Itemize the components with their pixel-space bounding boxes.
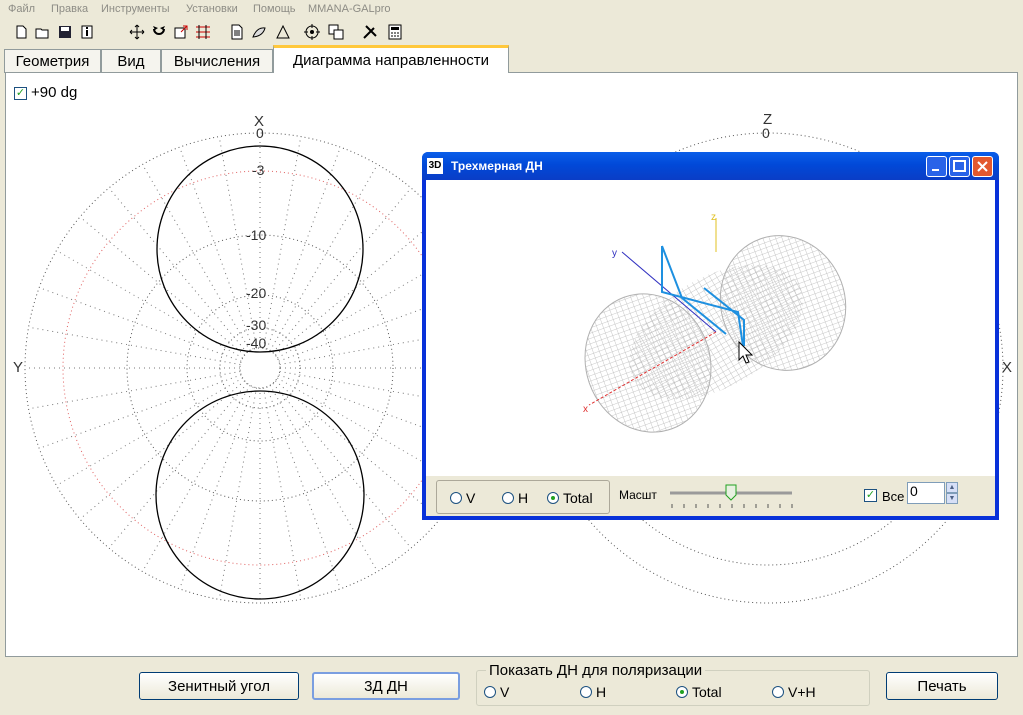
menu-help[interactable]: Помощь xyxy=(253,3,296,15)
window-3d-titlebar[interactable]: 3D Трехмерная ДН xyxy=(422,152,999,180)
rotate-icon[interactable] xyxy=(150,23,168,41)
toolbar xyxy=(0,21,1023,45)
paint-icon[interactable] xyxy=(250,23,268,41)
tab-radiation-pattern[interactable]: Диаграмма направленности xyxy=(273,45,509,73)
polar-spoke xyxy=(269,164,378,351)
scale-label: Масшт xyxy=(619,488,657,502)
ring-label-40: -40 xyxy=(246,335,267,351)
polar-spoke xyxy=(262,387,302,600)
zenith-angle-button[interactable]: Зенитный угол xyxy=(139,672,299,700)
document-icon[interactable] xyxy=(228,23,246,41)
new-file-icon[interactable] xyxy=(12,23,30,41)
move-icon[interactable] xyxy=(128,23,146,41)
pattern-3d-view[interactable]: z y x xyxy=(426,180,995,476)
polar-spoke xyxy=(108,187,248,354)
close-button[interactable] xyxy=(972,156,993,177)
polar-spoke xyxy=(266,147,341,350)
window-3d-body: z y x V H Total Масшт ✓ Все 0 ▲ ▼ xyxy=(426,180,995,516)
save-icon[interactable] xyxy=(56,23,74,41)
close-icon xyxy=(977,161,988,172)
polar-spoke xyxy=(272,382,412,549)
open-folder-icon[interactable] xyxy=(34,23,52,41)
spin-down-button[interactable]: ▼ xyxy=(946,493,958,504)
y-axis-label: y xyxy=(612,248,617,259)
z-axis-label: z xyxy=(711,212,716,223)
tools-icon[interactable] xyxy=(361,23,379,41)
menu-settings[interactable]: Установки xyxy=(186,3,238,15)
radio-3d-v[interactable]: V xyxy=(450,490,475,506)
tab-view[interactable]: Вид xyxy=(101,49,161,73)
menu-edit[interactable]: Правка xyxy=(51,3,88,15)
three-d-pattern-button[interactable]: 3Д ДН xyxy=(312,672,460,700)
export-icon[interactable] xyxy=(172,23,190,41)
polar-spoke xyxy=(262,136,302,349)
radio-h[interactable]: H xyxy=(580,684,606,700)
menu-bar: Файл Правка Инструменты Установки Помощь… xyxy=(0,0,1023,19)
target-icon[interactable] xyxy=(303,23,321,41)
all-value-input[interactable]: 0 xyxy=(907,482,945,504)
ring-label-3: -3 xyxy=(252,162,265,178)
polar-spoke xyxy=(79,380,246,520)
polar-spoke xyxy=(56,377,243,486)
polar-ring xyxy=(126,234,394,502)
radio-v[interactable]: V xyxy=(484,684,509,700)
polar-spoke xyxy=(39,374,242,449)
polar-spoke xyxy=(218,387,258,600)
ring-label-30: -30 xyxy=(246,317,267,333)
all-checkbox[interactable]: ✓ xyxy=(864,489,877,502)
menu-tools[interactable]: Инструменты xyxy=(101,3,170,15)
spin-up-button[interactable]: ▲ xyxy=(946,482,958,493)
mesh-surface xyxy=(584,235,847,433)
window-3d-controls: V H Total Масшт ✓ Все 0 ▲ ▼ xyxy=(426,476,995,516)
print-button[interactable]: Печать xyxy=(886,672,998,700)
polar-spoke xyxy=(142,164,251,351)
scale-slider[interactable] xyxy=(666,480,796,512)
polar-spoke xyxy=(274,380,441,520)
right-ring-label-0: 0 xyxy=(762,125,770,141)
triangle-icon[interactable] xyxy=(274,23,292,41)
left-axis-left-label: Y xyxy=(13,359,24,376)
tab-strip: Геометрия Вид Вычисления Диаграмма напра… xyxy=(0,45,1023,73)
minimize-button[interactable] xyxy=(926,156,947,177)
polar-spoke xyxy=(39,287,242,362)
right-axis-right-label: X xyxy=(1002,359,1013,376)
minimize-icon xyxy=(932,169,939,171)
polar-spoke xyxy=(272,187,412,354)
slider-thumb xyxy=(725,484,737,501)
tab-calculations[interactable]: Вычисления xyxy=(161,49,273,73)
pattern-lobe-bottom xyxy=(155,390,365,600)
menu-file[interactable]: Файл xyxy=(8,3,35,15)
polar-spoke xyxy=(274,216,441,356)
window-3d-icon: 3D xyxy=(427,158,443,174)
window-3d-title: Трехмерная ДН xyxy=(451,159,543,173)
polar-spoke xyxy=(79,216,246,356)
ring-label-10: -10 xyxy=(246,227,267,243)
calculator-icon[interactable] xyxy=(386,23,404,41)
ring-label-0: 0 xyxy=(256,125,264,141)
polar-spoke xyxy=(108,382,248,549)
copy-icon[interactable] xyxy=(327,23,345,41)
menu-mmana-galpro[interactable]: MMANA-GALpro xyxy=(308,3,391,15)
wire-edit-icon[interactable] xyxy=(194,23,212,41)
polar-spoke xyxy=(28,370,241,410)
polar-spoke xyxy=(179,147,254,350)
tab-geometry[interactable]: Геометрия xyxy=(4,49,101,73)
polar-spoke xyxy=(28,326,241,366)
window-3d-pattern: 3D Трехмерная ДН z y x V H Total Масшт ✓… xyxy=(422,152,999,520)
all-label: Все xyxy=(882,489,905,504)
info-icon[interactable] xyxy=(78,23,96,41)
slider-ticks xyxy=(671,504,793,508)
polarization-group-title: Показать ДН для поляризации xyxy=(486,662,706,679)
radio-3d-total[interactable]: Total xyxy=(547,490,593,506)
maximize-icon xyxy=(953,160,966,172)
polar-ring xyxy=(239,347,281,389)
ring-label-20: -20 xyxy=(246,285,267,301)
radio-3d-h[interactable]: H xyxy=(502,490,528,506)
maximize-button[interactable] xyxy=(949,156,970,177)
x-axis-label: x xyxy=(583,404,588,415)
radio-total[interactable]: Total xyxy=(676,684,722,700)
radio-v-plus-h[interactable]: V+H xyxy=(772,684,816,700)
